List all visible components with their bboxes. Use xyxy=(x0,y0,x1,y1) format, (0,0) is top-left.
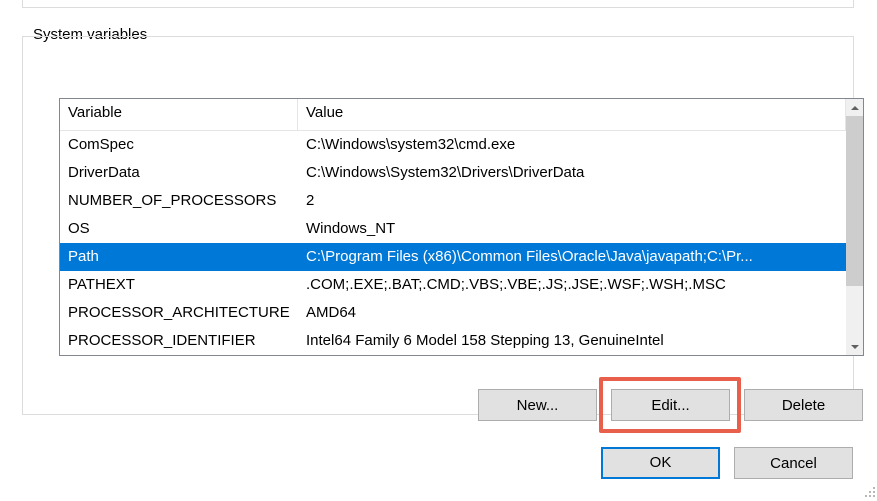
resize-grip-icon[interactable] xyxy=(862,486,876,500)
table-row[interactable]: NUMBER_OF_PROCESSORS2 xyxy=(60,187,846,215)
new-button[interactable]: New... xyxy=(478,389,597,421)
cell-variable: PATHEXT xyxy=(60,271,298,299)
list-button-row: New... Edit... Delete xyxy=(59,375,864,435)
system-variables-group: Variable Value ComSpecC:\Windows\system3… xyxy=(22,36,854,415)
table-row[interactable]: DriverDataC:\Windows\System32\Drivers\Dr… xyxy=(60,159,846,187)
cell-variable: NUMBER_OF_PROCESSORS xyxy=(60,187,298,215)
cell-variable: ComSpec xyxy=(60,131,298,159)
upper-groupbox-fragment xyxy=(22,0,854,8)
cell-value: AMD64 xyxy=(298,299,846,327)
system-variables-list[interactable]: Variable Value ComSpecC:\Windows\system3… xyxy=(59,98,864,356)
cell-value: C:\Program Files (x86)\Common Files\Orac… xyxy=(298,243,846,271)
scrollbar-thumb[interactable] xyxy=(846,116,863,286)
cell-variable: DriverData xyxy=(60,159,298,187)
column-header-value[interactable]: Value xyxy=(298,99,846,130)
cell-value: Intel64 Family 6 Model 158 Stepping 13, … xyxy=(298,327,846,355)
cell-variable: Path xyxy=(60,243,298,271)
column-header-variable[interactable]: Variable xyxy=(60,99,298,130)
edit-button[interactable]: Edit... xyxy=(611,389,730,421)
ok-button[interactable]: OK xyxy=(601,447,720,479)
table-row[interactable]: PATHEXT.COM;.EXE;.BAT;.CMD;.VBS;.VBE;.JS… xyxy=(60,271,846,299)
table-row[interactable]: PathC:\Program Files (x86)\Common Files\… xyxy=(60,243,846,271)
dialog-button-row: OK Cancel xyxy=(601,447,853,479)
table-row[interactable]: ComSpecC:\Windows\system32\cmd.exe xyxy=(60,131,846,159)
list-header: Variable Value xyxy=(60,99,846,131)
cell-value: .COM;.EXE;.BAT;.CMD;.VBS;.VBE;.JS;.JSE;.… xyxy=(298,271,846,299)
cell-variable: PROCESSOR_ARCHITECTURE xyxy=(60,299,298,327)
cell-variable: OS xyxy=(60,215,298,243)
table-row[interactable]: OSWindows_NT xyxy=(60,215,846,243)
cancel-button[interactable]: Cancel xyxy=(734,447,853,479)
cell-value: 2 xyxy=(298,187,846,215)
table-row[interactable]: PROCESSOR_IDENTIFIERIntel64 Family 6 Mod… xyxy=(60,327,846,355)
cell-value: C:\Windows\System32\Drivers\DriverData xyxy=(298,159,846,187)
table-row[interactable]: PROCESSOR_ARCHITECTUREAMD64 xyxy=(60,299,846,327)
delete-button[interactable]: Delete xyxy=(744,389,863,421)
cell-value: Windows_NT xyxy=(298,215,846,243)
scroll-down-arrow-icon[interactable] xyxy=(846,338,863,355)
cell-variable: PROCESSOR_IDENTIFIER xyxy=(60,327,298,355)
vertical-scrollbar[interactable] xyxy=(846,99,863,355)
scroll-up-arrow-icon[interactable] xyxy=(846,99,863,116)
cell-value: C:\Windows\system32\cmd.exe xyxy=(298,131,846,159)
